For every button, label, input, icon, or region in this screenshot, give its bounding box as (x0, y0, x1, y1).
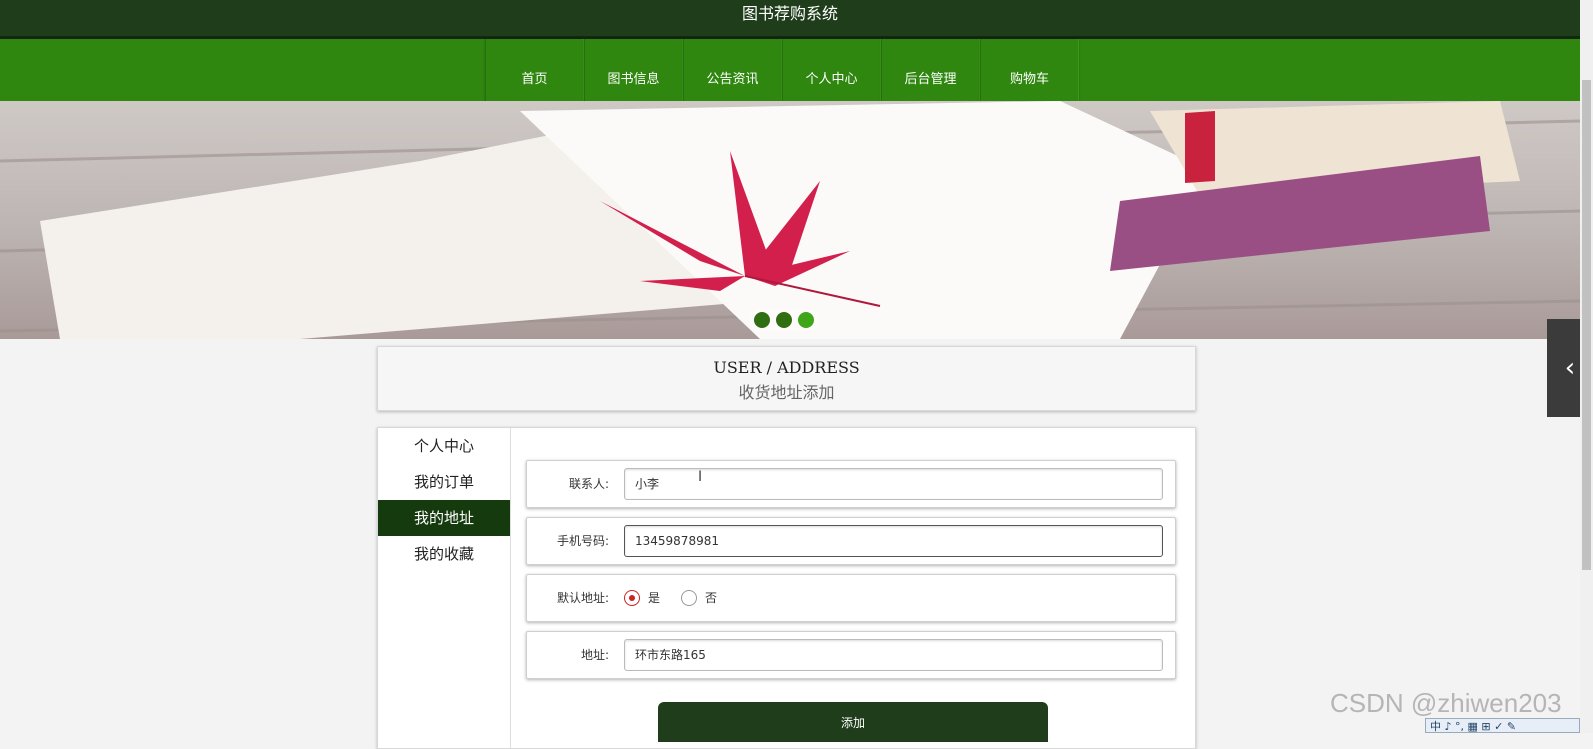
phone-input[interactable]: 13459878981 (624, 525, 1163, 557)
form-row-phone: 手机号码: 13459878981 (526, 517, 1176, 565)
sidebar-item-address[interactable]: 我的地址 (378, 500, 510, 536)
default-address-label: 默认地址: (556, 591, 609, 605)
add-address-button[interactable]: 添加 (658, 702, 1048, 742)
banner-carousel (0, 101, 1580, 339)
form-row-default: 默认地址: 是 否 (526, 574, 1176, 622)
ime-toolbar[interactable]: 中 ♪ °, ▦ ⊞ ✓ ✎ (1425, 718, 1580, 733)
nav-item-home[interactable]: 首页 (485, 39, 584, 101)
chevron-left-icon: ‹ (1564, 353, 1576, 383)
default-yes-radio[interactable] (624, 589, 640, 606)
carousel-indicators (750, 309, 818, 331)
nav-item-news[interactable]: 公告资讯 (683, 39, 782, 101)
nav-item-admin[interactable]: 后台管理 (881, 39, 980, 101)
ime-status: 中 ♪ °, ▦ ⊞ ✓ ✎ (1430, 720, 1517, 733)
default-yes-label: 是 (648, 591, 661, 605)
scrollbar-thumb[interactable] (1582, 80, 1591, 570)
carousel-dot-3[interactable] (798, 312, 814, 328)
default-no-radio[interactable] (681, 589, 698, 606)
contact-label: 联系人: (568, 477, 609, 491)
address-form: 联系人: 小李 手机号码: 13459878981 默认地址: 是 否 地址: … (526, 460, 1176, 688)
sidebar-item-orders[interactable]: 我的订单 (378, 464, 510, 500)
address-label: 地址: (580, 648, 609, 662)
sidebar-item-favorites[interactable]: 我的收藏 (378, 536, 510, 572)
page-title-en: USER / ADDRESS (713, 358, 860, 377)
main-nav: 首页 图书信息 公告资讯 个人中心 后台管理 购物车 (0, 39, 1580, 101)
text-cursor-icon: I (698, 469, 703, 485)
carousel-dot-2[interactable] (776, 312, 792, 328)
banner-image (0, 101, 1580, 339)
form-row-address: 地址: 环市东路165 (526, 631, 1176, 679)
form-row-contact: 联系人: 小李 (526, 460, 1176, 508)
carousel-dot-1[interactable] (754, 312, 770, 328)
page-title-panel: USER / ADDRESS 收货地址添加 (377, 346, 1196, 411)
address-input[interactable]: 环市东路165 (624, 639, 1163, 671)
page-title-cn: 收货地址添加 (738, 383, 835, 402)
page-scrollbar[interactable] (1580, 0, 1593, 733)
sidebar-item-profile[interactable]: 个人中心 (378, 428, 510, 464)
site-title-bar: 图书荐购系统 (0, 0, 1580, 39)
nav-item-profile[interactable]: 个人中心 (782, 39, 881, 101)
site-title: 图书荐购系统 (741, 4, 838, 23)
main-content: 个人中心 我的订单 我的地址 我的收藏 联系人: 小李 手机号码: 134598… (377, 427, 1196, 749)
nav-item-books[interactable]: 图书信息 (584, 39, 683, 101)
default-no-label: 否 (705, 591, 718, 605)
user-sidebar: 个人中心 我的订单 我的地址 我的收藏 (378, 428, 511, 748)
default-address-radio-group: 是 否 (624, 589, 738, 606)
watermark: CSDN @zhiwen203 (1330, 688, 1562, 718)
phone-label: 手机号码: (556, 534, 609, 548)
nav-item-cart[interactable]: 购物车 (980, 39, 1079, 101)
contact-input[interactable]: 小李 (624, 468, 1163, 500)
